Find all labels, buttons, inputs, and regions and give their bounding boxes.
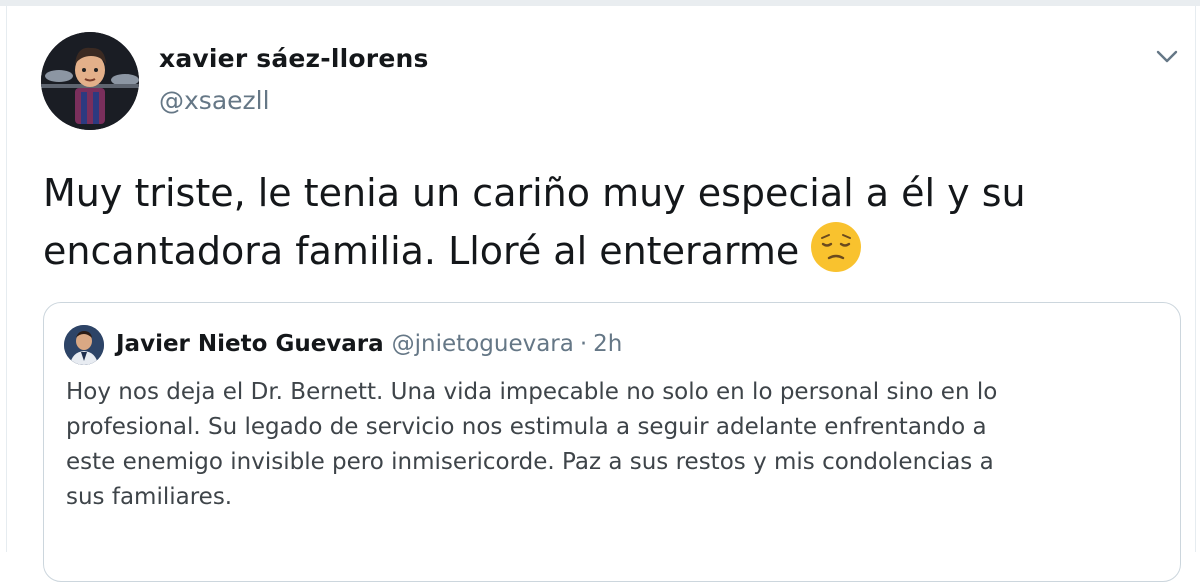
- author-handle[interactable]: @xsaezll: [159, 86, 270, 115]
- tweet-text-line-content: encantadora familia. Lloré al enterarme: [43, 229, 800, 273]
- tweet-text-line: encantadora familia. Lloré al enterarme: [43, 220, 1163, 278]
- quoted-text-line: sus familiares.: [66, 484, 233, 510]
- quoted-text-line: profesional. Su legado de servicio nos e…: [66, 414, 987, 440]
- tweet-text: Muy triste, le tenia un cariño muy espec…: [43, 166, 1163, 278]
- quoted-text-line: Hoy nos deja el Dr. Bernett. Una vida im…: [66, 379, 998, 405]
- quoted-author-avatar[interactable]: [64, 325, 104, 365]
- separator-dot: ·: [579, 331, 588, 357]
- quoted-tweet-text: Hoy nos deja el Dr. Bernett. Una vida im…: [66, 375, 1156, 515]
- quoted-header: Javier Nieto Guevara @jnietoguevara · 2h: [116, 331, 622, 357]
- quoted-author-name[interactable]: Javier Nieto Guevara: [116, 331, 384, 357]
- quoted-author-handle[interactable]: @jnietoguevara: [392, 331, 574, 357]
- pensive-face-icon: [809, 220, 863, 274]
- quoted-text-line: este enemigo invisible pero inmisericord…: [66, 449, 994, 475]
- author-name[interactable]: xavier sáez-llorens: [159, 44, 429, 73]
- tweet-card[interactable]: xavier sáez-llorens @xsaezll Muy triste,…: [6, 6, 1196, 582]
- quoted-tweet[interactable]: Javier Nieto Guevara @jnietoguevara · 2h Ho…: [43, 302, 1181, 582]
- author-avatar[interactable]: [41, 32, 139, 130]
- tweet-text-line: Muy triste, le tenia un cariño muy espec…: [43, 171, 1026, 215]
- quoted-timestamp[interactable]: 2h: [593, 331, 622, 357]
- chevron-down-icon[interactable]: [1153, 44, 1181, 68]
